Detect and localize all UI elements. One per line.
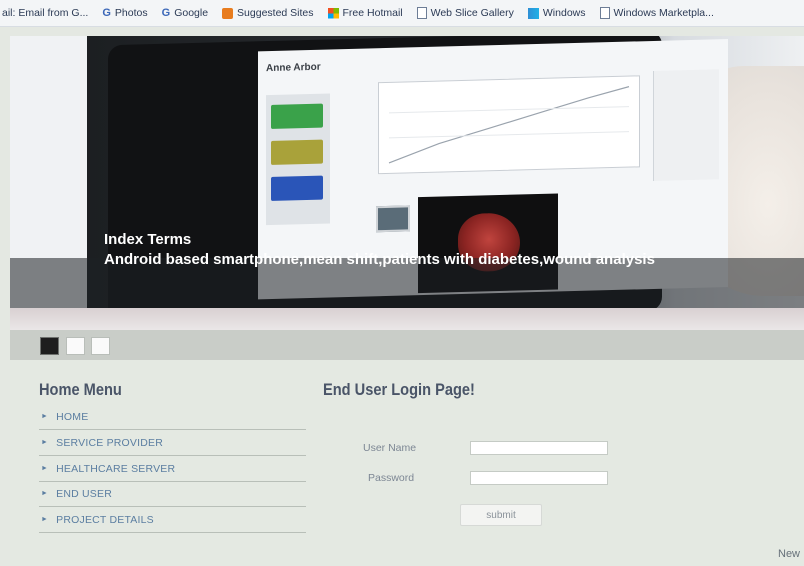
favorite-label: Free Hotmail [342,7,403,19]
menu-item-healthcare-server[interactable]: ► HEALTHCARE SERVER [39,456,306,482]
windows-icon [327,7,339,19]
hero-shelf [10,308,804,330]
menu-item-project-details[interactable]: ► PROJECT DETAILS [39,507,306,533]
favorite-google[interactable]: G Google [162,7,208,19]
app-right-column [653,69,719,181]
slider-pagination [10,330,804,360]
app-side-panel [266,93,330,226]
msn-icon [527,7,539,19]
favorite-free-hotmail[interactable]: Free Hotmail [327,7,403,19]
favorite-label: Web Slice Gallery [430,7,514,19]
slider-dot-3[interactable] [91,337,110,355]
favorite-windows[interactable]: Windows [527,7,586,19]
bullet-arrow-icon: ► [41,490,49,497]
caption-text: Android based smartphone,mean shift,pati… [104,251,655,268]
menu-item-label: HEALTHCARE SERVER [56,462,176,475]
favorite-suggested-sites[interactable]: Suggested Sites [222,7,314,19]
favorite-label: Windows Marketpla... [613,7,714,19]
favorite-web-slice-gallery[interactable]: Web Slice Gallery [416,7,514,19]
favorite-label: Suggested Sites [237,7,314,19]
slider-dot-1[interactable] [40,337,59,355]
google-icon: G [102,6,111,19]
password-input[interactable] [470,471,608,485]
caption-title: Index Terms [104,231,192,248]
slider-dot-2[interactable] [66,337,85,355]
menu-item-home[interactable]: ► HOME [39,404,306,430]
favorite-label: Windows [542,7,586,19]
menu-item-service-provider[interactable]: ► SERVICE PROVIDER [39,430,306,456]
favorite-windows-marketplace[interactable]: Windows Marketpla... [599,7,714,19]
username-input[interactable] [470,441,608,455]
suggested-sites-icon [222,7,234,19]
password-label: Password [368,472,415,484]
favorite-label: Google [174,7,209,19]
submit-button[interactable]: submit [460,504,542,526]
app-tab-b [271,139,323,165]
menu-item-label: SERVICE PROVIDER [56,436,164,449]
menu-item-label: HOME [56,410,89,423]
app-chart [378,75,640,175]
menu-item-end-user[interactable]: ► END USER [39,481,306,507]
menu-item-label: END USER [56,487,112,500]
menu-heading: Home Menu [39,380,122,399]
page-icon [599,7,610,19]
favorite-label: Photos [114,7,148,19]
login-heading: End User Login Page! [323,380,475,399]
favorite-photos[interactable]: G Photos [102,7,147,19]
favorite-email[interactable]: ail: Email from G... [2,7,88,19]
menu-item-label: PROJECT DETAILS [56,513,154,526]
bullet-arrow-icon: ► [41,465,49,472]
username-label: User Name [363,442,417,454]
page-icon [416,7,427,19]
favorite-label: ail: Email from G... [2,7,89,19]
app-title: Anne Arbor [266,61,321,75]
hero-slider: Anne Arbor [10,36,804,330]
bullet-arrow-icon: ► [41,439,49,446]
bullet-arrow-icon: ► [41,413,49,420]
app-chart-line [388,86,630,164]
app-thumbnail [376,205,410,233]
app-tab-a [271,103,323,129]
bullet-arrow-icon: ► [41,516,49,523]
app-tab-c [271,175,323,201]
corner-new-text: New [778,548,801,560]
favorites-bar: ail: Email from G... G Photos G Google S… [0,0,804,27]
google-icon: G [161,6,171,19]
